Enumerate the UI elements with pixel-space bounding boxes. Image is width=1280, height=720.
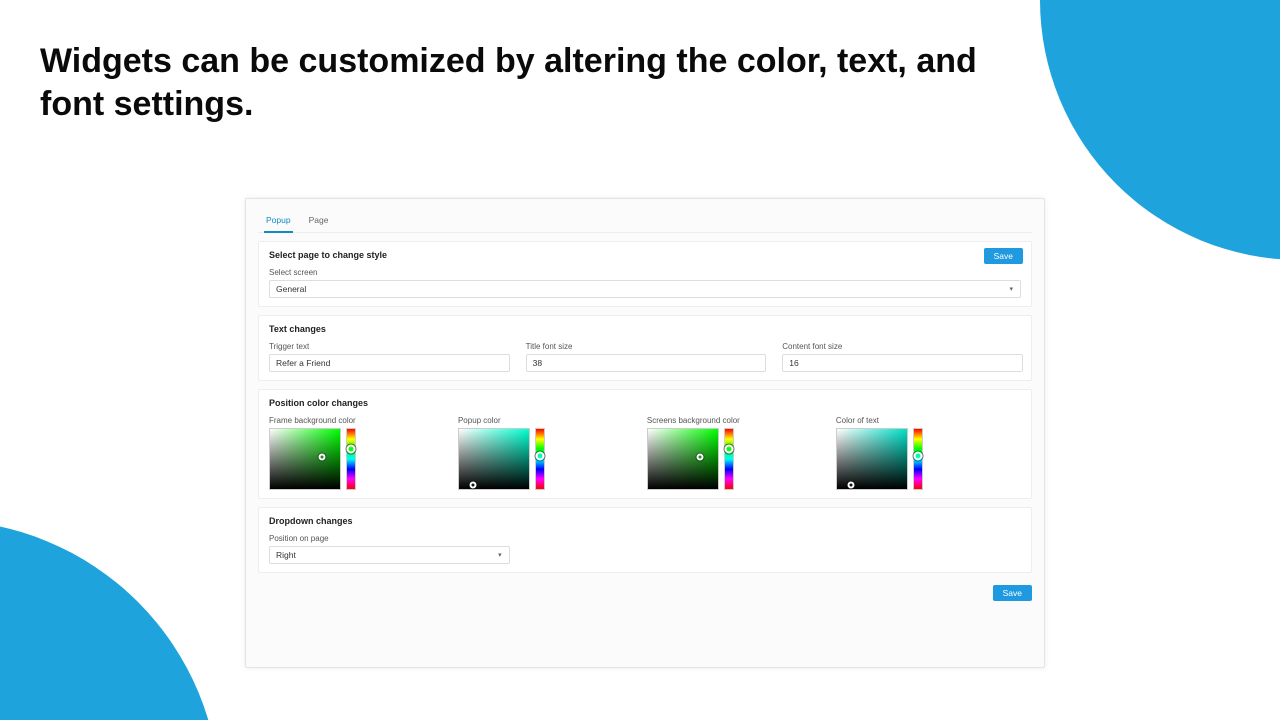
hue-slider[interactable] <box>913 428 923 490</box>
settings-panel: Popup Page Select page to change style S… <box>245 198 1045 668</box>
select-page-title: Select page to change style <box>269 250 1021 260</box>
dropdown-changes-title: Dropdown changes <box>269 516 1021 526</box>
position-on-page-dropdown[interactable]: Right <box>269 546 510 564</box>
tab-popup[interactable]: Popup <box>264 211 293 233</box>
trigger-text-label: Trigger text <box>269 342 510 351</box>
screens-bg-color-picker[interactable] <box>647 428 820 490</box>
tab-page[interactable]: Page <box>307 211 331 232</box>
page-headline: Widgets can be customized by altering th… <box>40 40 980 125</box>
position-on-page-label: Position on page <box>269 534 510 543</box>
text-color-picker[interactable] <box>836 428 1009 490</box>
screens-bg-color-label: Screens background color <box>647 416 820 425</box>
select-screen-dropdown[interactable]: General <box>269 280 1021 298</box>
section-dropdown-changes: Dropdown changes Position on page Right <box>258 507 1032 573</box>
text-color-label: Color of text <box>836 416 1009 425</box>
save-button-top[interactable]: Save <box>984 248 1023 264</box>
section-color-changes: Position color changes Frame background … <box>258 389 1032 499</box>
color-changes-title: Position color changes <box>269 398 1021 408</box>
sv-indicator[interactable] <box>847 482 854 489</box>
content-font-size-input[interactable] <box>782 354 1023 372</box>
content-font-size-label: Content font size <box>782 342 1023 351</box>
hue-slider[interactable] <box>535 428 545 490</box>
frame-bg-color-label: Frame background color <box>269 416 442 425</box>
section-select-page: Select page to change style Save Select … <box>258 241 1032 307</box>
popup-color-picker[interactable] <box>458 428 631 490</box>
sv-panel[interactable] <box>269 428 341 490</box>
select-screen-label: Select screen <box>269 268 1021 277</box>
sv-panel[interactable] <box>836 428 908 490</box>
text-changes-title: Text changes <box>269 324 1021 334</box>
hue-indicator[interactable] <box>724 444 733 453</box>
hue-indicator[interactable] <box>913 452 922 461</box>
trigger-text-input[interactable] <box>269 354 510 372</box>
hue-slider[interactable] <box>724 428 734 490</box>
popup-color-label: Popup color <box>458 416 631 425</box>
sv-indicator[interactable] <box>696 454 703 461</box>
sv-indicator[interactable] <box>319 454 326 461</box>
sv-panel[interactable] <box>647 428 719 490</box>
hue-slider[interactable] <box>346 428 356 490</box>
section-text-changes: Text changes Trigger text Title font siz… <box>258 315 1032 381</box>
save-button-bottom[interactable]: Save <box>993 585 1032 601</box>
title-font-size-label: Title font size <box>526 342 767 351</box>
tab-bar: Popup Page <box>258 209 1032 233</box>
hue-indicator[interactable] <box>347 444 356 453</box>
sv-indicator[interactable] <box>469 482 476 489</box>
sv-panel[interactable] <box>458 428 530 490</box>
title-font-size-input[interactable] <box>526 354 767 372</box>
hue-indicator[interactable] <box>535 452 544 461</box>
frame-bg-color-picker[interactable] <box>269 428 442 490</box>
